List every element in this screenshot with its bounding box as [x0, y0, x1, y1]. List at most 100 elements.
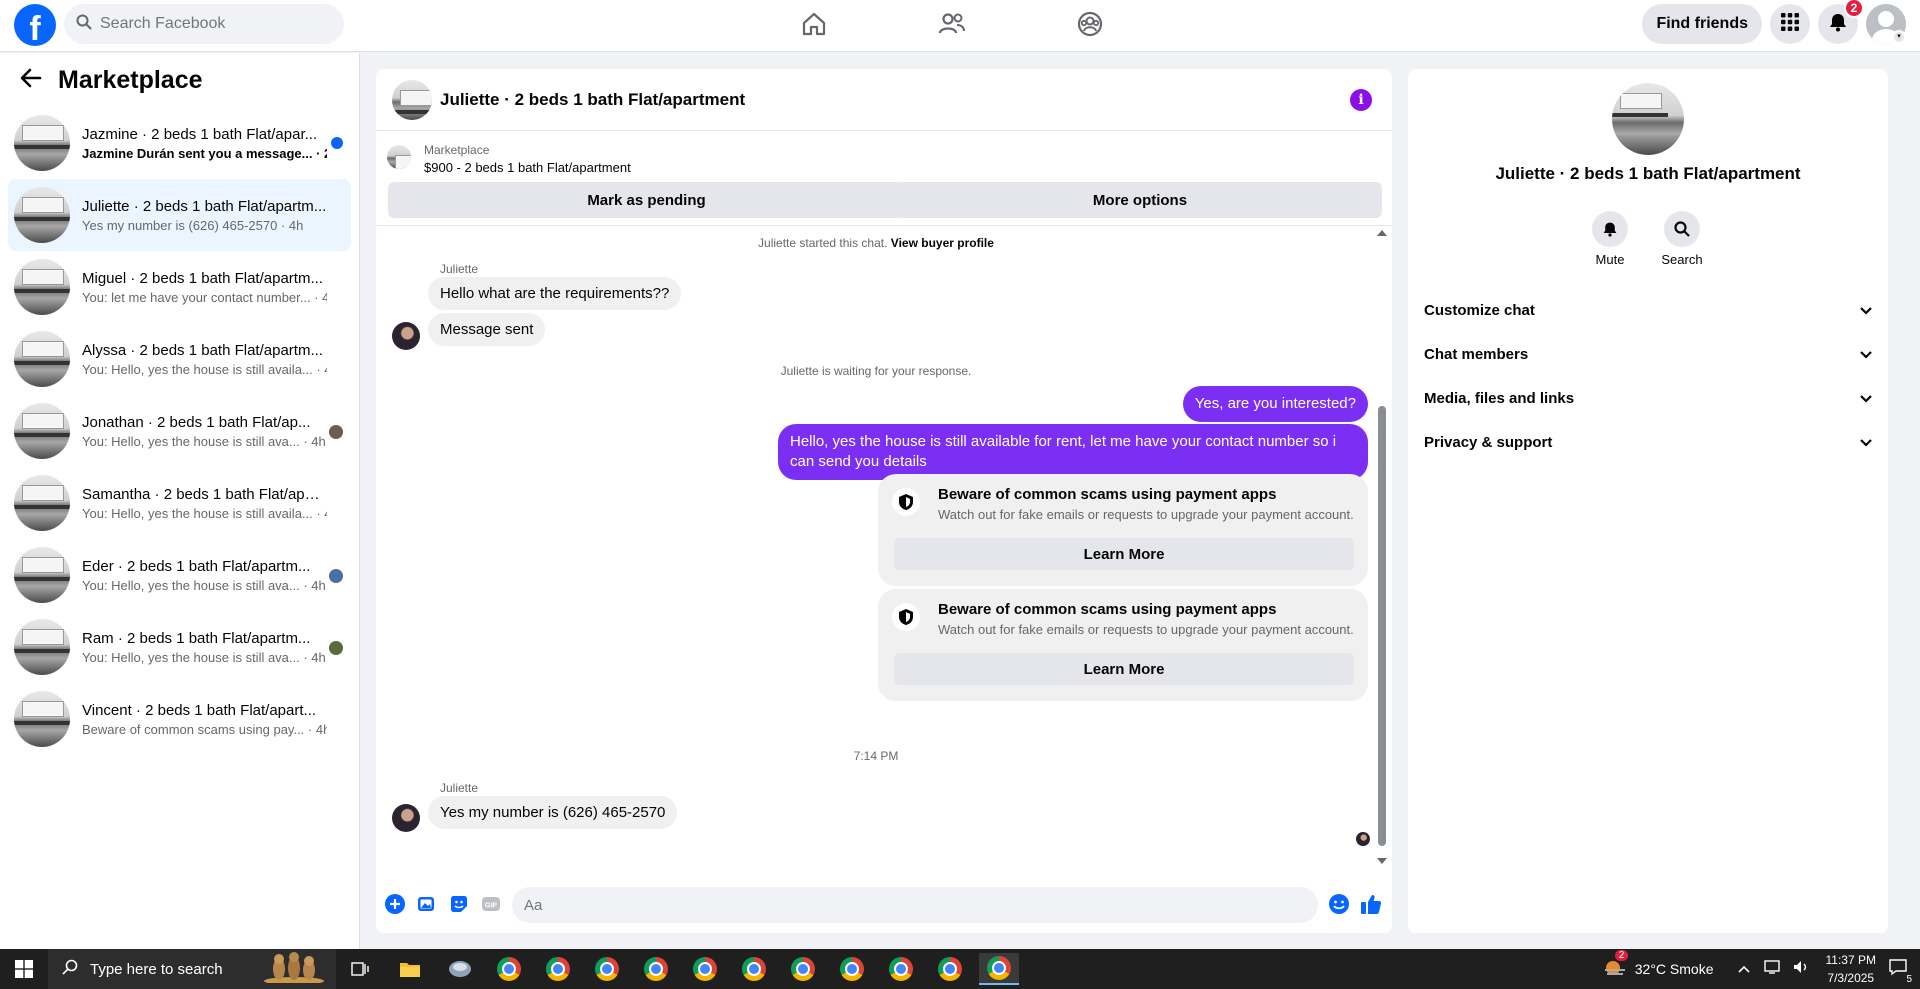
- view-buyer-profile-link[interactable]: View buyer profile: [891, 236, 994, 250]
- chat-members-section[interactable]: Chat members: [1424, 336, 1872, 372]
- chrome-profile-icon[interactable]: [930, 953, 970, 985]
- outgoing-message[interactable]: Yes, are you interested?: [1182, 386, 1368, 422]
- message-thread[interactable]: Juliette started this chat. View buyer p…: [376, 226, 1392, 872]
- listing-thumbnail: [14, 331, 70, 387]
- back-arrow-icon[interactable]: [20, 68, 42, 93]
- nav-home-tab[interactable]: [784, 6, 844, 46]
- gif-icon[interactable]: GIF: [480, 893, 502, 915]
- search-icon[interactable]: [1664, 211, 1700, 247]
- scroll-up-arrow-icon[interactable]: [1377, 230, 1387, 236]
- mute-bell-icon[interactable]: [1592, 211, 1628, 247]
- chevron-down-icon: [1860, 434, 1872, 451]
- conversation-title: Alyssa · 2 beds 1 bath Flat/apartm...: [82, 341, 323, 359]
- network-icon[interactable]: [1763, 959, 1782, 980]
- conversation-item[interactable]: Jazmine · 2 beds 1 bath Flat/apar... Jaz…: [8, 107, 351, 179]
- privacy-support-section[interactable]: Privacy & support: [1424, 424, 1872, 460]
- taskbar-search[interactable]: Type here to search: [48, 949, 336, 989]
- chrome-profile-icon[interactable]: [685, 953, 725, 985]
- conversation-preview: Yes my number is (626) 465-2570 · 4h: [82, 217, 304, 233]
- nav-friends-tab[interactable]: [922, 6, 982, 46]
- details-title: Juliette · 2 beds 1 bath Flat/apartment: [1495, 164, 1801, 183]
- scam-warning-title: Beware of common scams using payment app…: [938, 486, 1277, 503]
- chrome-profile-icon[interactable]: [734, 953, 774, 985]
- chrome-profile-icon[interactable]: [636, 953, 676, 985]
- conversation-item[interactable]: Eder · 2 beds 1 bath Flat/apartm... You:…: [8, 539, 351, 611]
- search-box[interactable]: [64, 4, 344, 44]
- conversation-item[interactable]: Vincent · 2 beds 1 bath Flat/apart... Be…: [8, 683, 351, 755]
- clock-date: 7/3/2025: [1827, 971, 1875, 985]
- menu-button[interactable]: [1770, 4, 1810, 44]
- weather-widget[interactable]: 2 32°C Smoke: [1603, 949, 1714, 981]
- chat-thumbnail[interactable]: [392, 79, 432, 120]
- conversation-item-active[interactable]: Juliette · 2 beds 1 bath Flat/apartm... …: [8, 179, 351, 251]
- learn-more-button[interactable]: Learn More: [894, 653, 1354, 685]
- incoming-message[interactable]: Hello what are the requirements??: [428, 277, 682, 310]
- section-label: Customize chat: [1424, 301, 1535, 319]
- conversation-preview: You: Hello, yes the house is still ava..…: [82, 577, 326, 593]
- conversation-item[interactable]: Miguel · 2 beds 1 bath Flat/apartm... Yo…: [8, 251, 351, 323]
- top-navigation-bar: f Find friends 2: [0, 0, 1920, 52]
- chevron-up-icon[interactable]: [1737, 960, 1750, 978]
- customize-chat-section[interactable]: Customize chat: [1424, 292, 1872, 328]
- message-input[interactable]: [512, 887, 1318, 923]
- conversation-item[interactable]: Jonathan · 2 beds 1 bath Flat/ap... You:…: [8, 395, 351, 467]
- sidebar-title: Marketplace: [58, 65, 203, 94]
- volume-icon[interactable]: [1792, 959, 1810, 980]
- task-view-icon[interactable]: [340, 953, 380, 985]
- mark-as-pending-button[interactable]: Mark as pending: [388, 182, 905, 218]
- scrollbar-thumb[interactable]: [1378, 406, 1386, 846]
- conversation-item[interactable]: Samantha · 2 beds 1 bath Flat/apar... Yo…: [8, 467, 351, 539]
- find-friends-button[interactable]: Find friends: [1642, 4, 1762, 44]
- more-options-button[interactable]: More options: [898, 182, 1382, 218]
- conversation-preview: You: Hello, yes the house is still avail…: [82, 505, 327, 521]
- sender-avatar[interactable]: [392, 804, 420, 832]
- listing-price-title[interactable]: $900 - 2 beds 1 bath Flat/apartment: [424, 160, 631, 175]
- waiting-notice: Juliette is waiting for your response.: [780, 364, 972, 378]
- conversation-item[interactable]: Alyssa · 2 beds 1 bath Flat/apartm... Yo…: [8, 323, 351, 395]
- mute-action[interactable]: Mute: [1580, 211, 1640, 267]
- chrome-profile-icon-active[interactable]: [979, 953, 1019, 985]
- facebook-logo-icon[interactable]: f: [14, 4, 56, 46]
- taskbar-clock[interactable]: 11:37 PM 7/3/2025: [1826, 951, 1876, 987]
- chrome-profile-icon[interactable]: [832, 953, 872, 985]
- like-thumb-icon[interactable]: [1360, 893, 1382, 915]
- emoji-icon[interactable]: [1328, 893, 1350, 915]
- outgoing-message[interactable]: Hello, yes the house is still available …: [778, 424, 1368, 480]
- sticker-icon[interactable]: [448, 893, 470, 915]
- media-files-links-section[interactable]: Media, files and links: [1424, 380, 1872, 416]
- nav-groups-tab[interactable]: [1060, 6, 1120, 46]
- photo-app-icon[interactable]: [440, 953, 480, 985]
- listing-thumbnail: [14, 259, 70, 315]
- chrome-profile-icon[interactable]: [587, 953, 627, 985]
- photo-icon[interactable]: [416, 893, 438, 915]
- plus-circle-icon[interactable]: [384, 893, 406, 915]
- file-explorer-icon[interactable]: [390, 953, 430, 985]
- windows-taskbar: Type here to search 2 32°C Smoke 11:37 P…: [0, 949, 1920, 989]
- chrome-profile-icon[interactable]: [489, 953, 529, 985]
- search-action[interactable]: Search: [1652, 211, 1712, 267]
- chrome-profile-icon[interactable]: [538, 953, 578, 985]
- search-input[interactable]: [100, 15, 320, 33]
- conversation-item[interactable]: Ram · 2 beds 1 bath Flat/apartm... You: …: [8, 611, 351, 683]
- sender-avatar[interactable]: [392, 322, 420, 350]
- info-icon[interactable]: i: [1350, 89, 1372, 111]
- incoming-message[interactable]: Yes my number is (626) 465-2570: [428, 796, 678, 829]
- incoming-message[interactable]: Message sent: [428, 313, 546, 346]
- chevron-down-icon: [1860, 390, 1872, 407]
- chevron-down-icon[interactable]: ▾: [1892, 30, 1906, 44]
- listing-thumbnail[interactable]: [387, 145, 411, 169]
- sender-name: Juliette: [440, 262, 479, 276]
- notification-center-icon[interactable]: 5: [1888, 958, 1912, 985]
- scam-warning-text: Watch out for fake emails or requests to…: [938, 622, 1354, 637]
- details-thumbnail[interactable]: [1612, 83, 1684, 155]
- learn-more-button[interactable]: Learn More: [894, 538, 1354, 570]
- chat-title[interactable]: Juliette · 2 beds 1 bath Flat/apartment: [440, 90, 745, 110]
- conversation-preview: Jazmine Durán sent you a message... · 2h: [82, 145, 327, 161]
- scam-warning-text: Watch out for fake emails or requests to…: [938, 507, 1354, 522]
- scroll-down-arrow-icon[interactable]: [1377, 858, 1387, 864]
- chrome-profile-icon[interactable]: [881, 953, 921, 985]
- notifications-button[interactable]: 2: [1818, 0, 1864, 44]
- windows-start-icon[interactable]: [0, 949, 48, 989]
- shield-icon: [892, 488, 920, 516]
- chrome-profile-icon[interactable]: [783, 953, 823, 985]
